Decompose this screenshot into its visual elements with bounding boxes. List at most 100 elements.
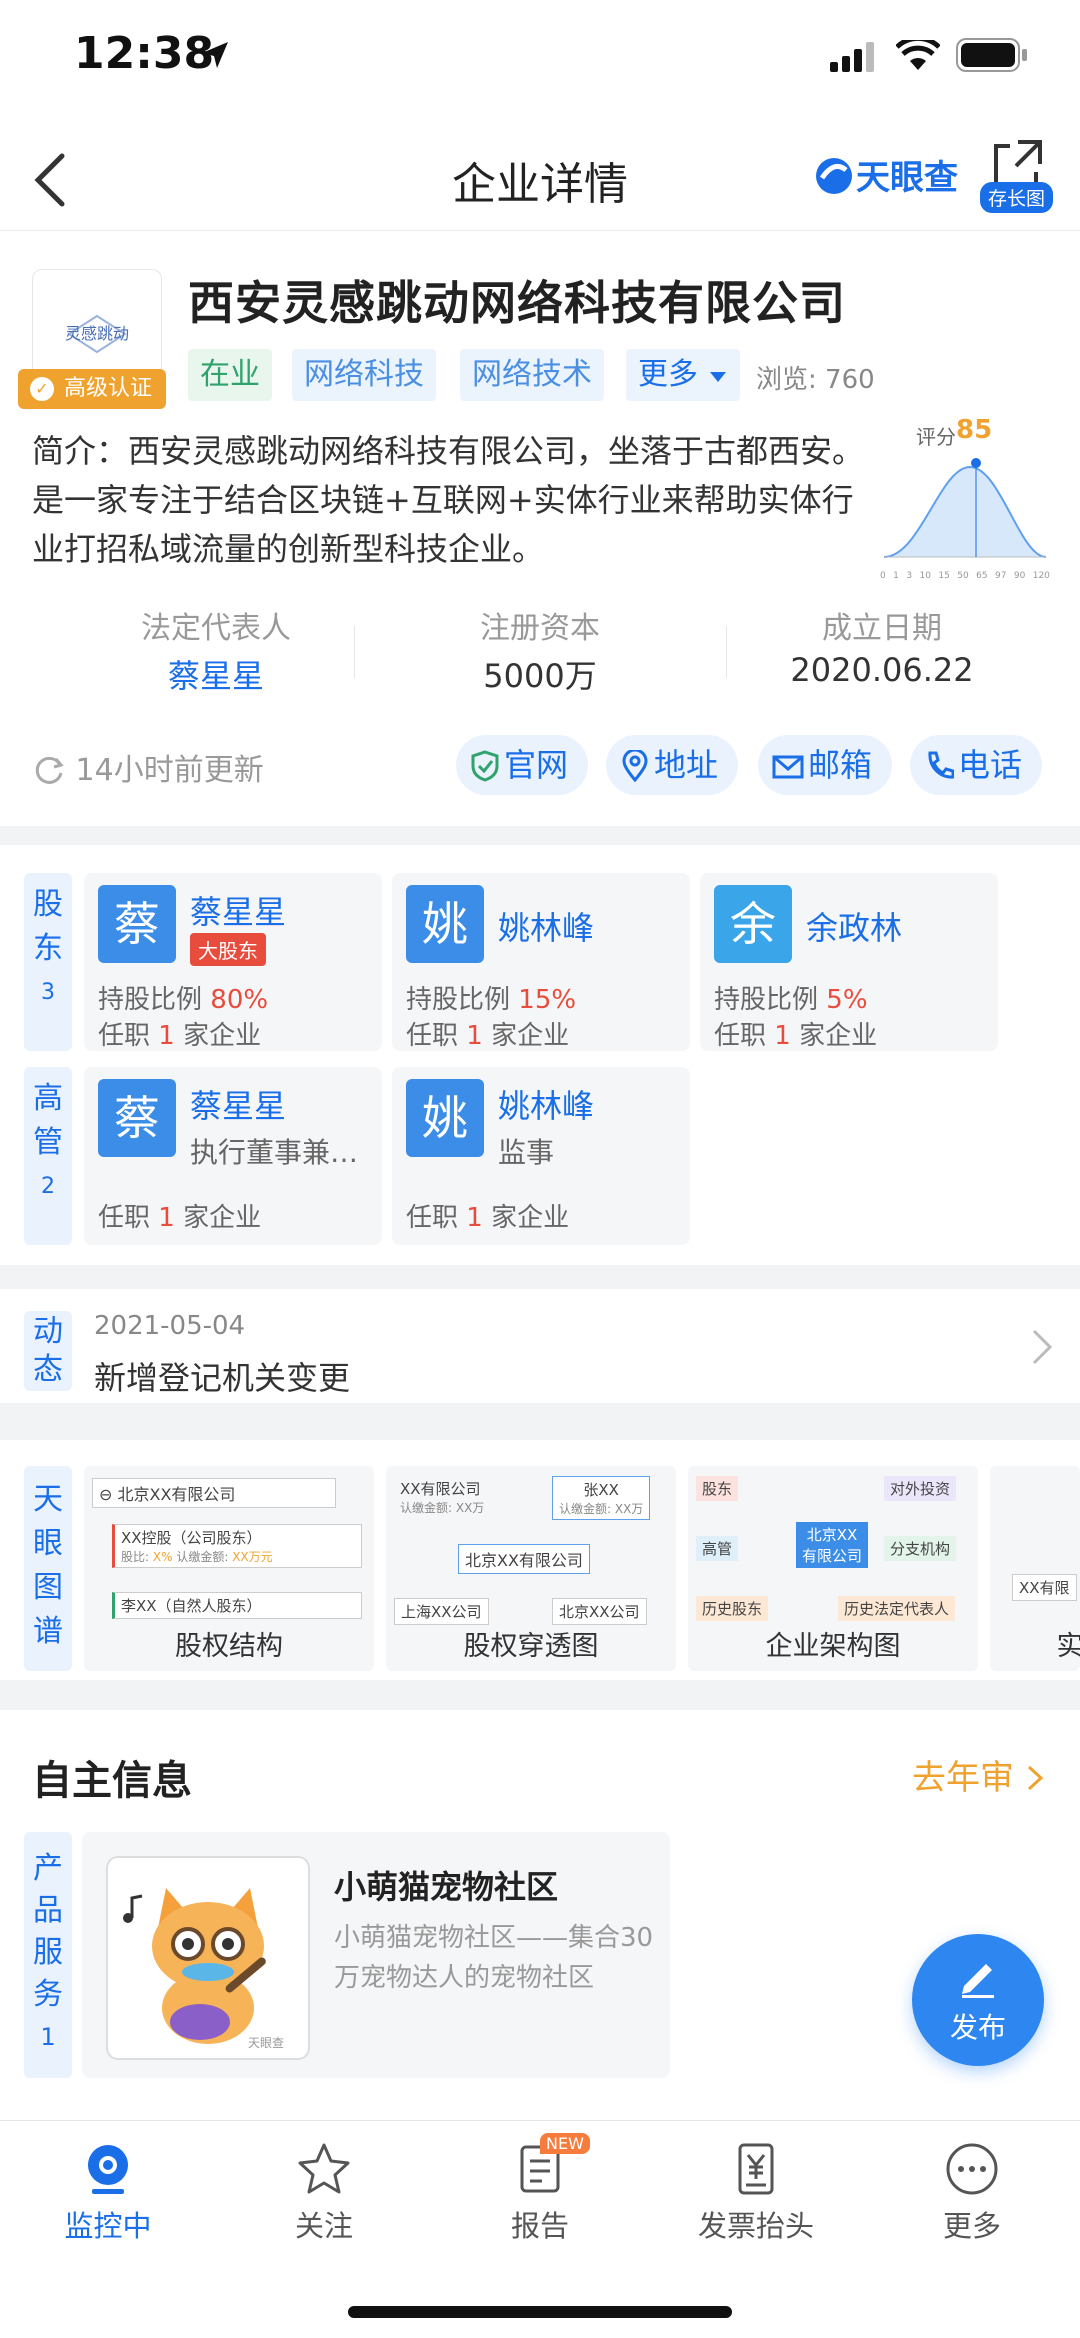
product-card[interactable]: 天眼查 小萌猫宠物社区 小萌猫宠物社区——集合30万宠物达人的宠物社区 <box>82 1832 670 2078</box>
executives-tab[interactable]: 高 管 2 <box>24 1067 72 1245</box>
refresh-icon <box>35 756 64 784</box>
website-button[interactable]: 官网 <box>456 735 589 795</box>
tab-invoice-title[interactable]: 发票抬头 <box>648 2121 864 2261</box>
tab-char: 动 <box>33 1314 63 1349</box>
score-label: 评分 <box>916 425 956 449</box>
tab-char: 谱 <box>33 1614 63 1649</box>
legal-rep-link[interactable]: 蔡星星 <box>66 651 366 697</box>
section-title: 自主信息 <box>32 1758 192 1804</box>
email-label: 邮箱 <box>808 746 873 784</box>
chevron-right-icon <box>1027 1765 1044 1791</box>
brand-name: 天眼查 <box>856 158 958 198</box>
graph-node: XX有限 <box>1012 1574 1077 1601</box>
company-intro: 简介：西安灵感跳动网络科技有限公司，坐落于古都西安。是一家专注于结合区块链+互联… <box>32 432 865 568</box>
executive-card[interactable]: 姚 姚林峰 监事 任职 1 家企业 <box>392 1067 690 1245</box>
graph-node: 历史股东 <box>696 1596 769 1621</box>
caret-down-icon <box>709 372 726 382</box>
dynamic-tab: 动 态 <box>24 1311 72 1391</box>
score-value: 85 <box>956 415 993 445</box>
score-tick: 3 <box>906 571 913 581</box>
more-tags-button[interactable]: 更多 <box>626 349 740 401</box>
person-name[interactable]: 姚林峰 <box>498 903 594 949</box>
graph-title: 股权结构 <box>175 1631 283 1662</box>
capital-label: 注册资本 <box>480 611 600 646</box>
industry-tag[interactable]: 网络技术 <box>460 349 604 401</box>
update-time: 14小时前更新 <box>32 745 264 789</box>
publish-button[interactable]: 发布 <box>912 1934 1044 2066</box>
tab-label: 发票抬头 <box>697 2209 814 2243</box>
tab-count: 2 <box>41 1174 55 1199</box>
tianyan-graphs: 天 眼 图 谱 ⊖ 北京XX有限公司 XX控股（公司股东） 股比: X% 认缴金… <box>0 1440 1080 1680</box>
avatar: 蔡 <box>98 885 176 963</box>
tab-label: 更多 <box>942 2209 1001 2243</box>
score-axis-ticks: 0 1 3 10 15 50 65 97 90 120 <box>880 571 1050 581</box>
industry-tag[interactable]: 网络科技 <box>292 349 436 401</box>
more-tags-label: 更多 <box>638 357 698 392</box>
graph-node: 北京XX有限公司 <box>458 1544 590 1574</box>
jobs-count: 任职 1 家企业 <box>98 1203 262 1233</box>
product-name: 小萌猫宠物社区 <box>334 1868 559 1906</box>
org-structure-card[interactable]: 股东 对外投资 高管 北京XX有限公司 分支机构 历史股东 历史法定代表人 企业… <box>688 1466 978 1671</box>
address-button[interactable]: 地址 <box>606 735 739 795</box>
equity-penetration-card[interactable]: XX有限公司 认缴金额: XX万 张XX 认缴金额: XX万 北京XX有限公司 上海… <box>386 1466 676 1671</box>
graph-node: XX有限公司 认缴金额: XX万 <box>400 1480 485 1515</box>
graph-card-partial[interactable]: XX有限 实 <box>990 1466 1080 1671</box>
person-name[interactable]: 余政林 <box>806 903 902 949</box>
graph-node: 对外投资 <box>884 1476 957 1501</box>
legal-rep-label: 法定代表人 <box>141 611 291 646</box>
major-shareholder-badge: 大股东 <box>190 933 266 966</box>
phone-label: 电话 <box>958 746 1023 784</box>
company-name: 西安灵感跳动网络科技有限公司 <box>188 276 846 330</box>
jobs-count: 任职 1 家企业 <box>406 1203 570 1233</box>
shareholder-card[interactable]: 姚 姚林峰 持股比例 15% 任职 1 家企业 <box>392 873 690 1051</box>
email-button[interactable]: 邮箱 <box>758 735 893 795</box>
shareholder-card[interactable]: 余 余政林 持股比例 5% 任职 1 家企业 <box>700 873 998 1051</box>
shareholder-card[interactable]: 蔡 蔡星星 大股东 持股比例 80% 任职 1 家企业 <box>84 873 382 1051</box>
company-dynamic[interactable]: 动 态 2021-05-04 新增登记机关变更 <box>0 1289 1080 1403</box>
status-bar: 12:38 <box>0 0 1080 130</box>
long-screenshot-button[interactable]: 存长图 <box>980 182 1054 213</box>
person-name[interactable]: 蔡星星 <box>190 1081 286 1127</box>
executive-card[interactable]: 蔡 蔡星星 执行董事兼总经理 任职 1 家企业 <box>84 1067 382 1245</box>
jobs-count: 任职 1 家企业 <box>406 1021 570 1051</box>
products-tab: 产 品 服 务 1 <box>24 1832 72 2078</box>
graph-node: 分支机构 <box>884 1536 957 1561</box>
founded-value: 2020.06.22 <box>790 651 974 689</box>
status-time: 12:38 <box>74 28 215 79</box>
person-name[interactable]: 姚林峰 <box>498 1081 594 1127</box>
equity-structure-card[interactable]: ⊖ 北京XX有限公司 XX控股（公司股东） 股比: X% 认缴金额: XX万元 … <box>84 1466 374 1671</box>
product-image: 天眼查 <box>106 1856 310 2060</box>
graph-node: 高管 <box>696 1536 739 1561</box>
tab-char: 图 <box>33 1570 63 1605</box>
logo-text: 灵感跳动 <box>64 324 129 343</box>
tab-more[interactable]: 更多 <box>864 2121 1080 2261</box>
shield-check-icon <box>471 750 499 782</box>
tab-label: 监控中 <box>64 2209 152 2243</box>
avatar: 姚 <box>406 1079 484 1157</box>
capital-value: 5000万 <box>483 657 597 695</box>
tab-char: 服 <box>33 1935 63 1970</box>
share-ratio: 持股比例 80% <box>98 985 269 1015</box>
person-name[interactable]: 蔡星星 <box>190 887 286 933</box>
score-chart[interactable]: 评分 85 0 1 3 10 15 50 65 97 90 120 <box>880 415 1050 591</box>
tab-label: 关注 <box>294 2209 353 2243</box>
tab-count: 1 <box>40 2023 56 2051</box>
battery-icon <box>956 38 1027 72</box>
phone-button[interactable]: 电话 <box>910 735 1043 795</box>
dynamic-date: 2021-05-04 <box>94 1311 246 1341</box>
shareholders-tab[interactable]: 股 东 3 <box>24 873 72 1051</box>
graph-node: ⊖ 北京XX有限公司 <box>92 1478 336 1508</box>
website-label: 官网 <box>504 746 569 784</box>
score-tick: 50 <box>957 571 969 581</box>
cellular-signal-icon <box>830 42 874 72</box>
score-distribution-curve <box>883 458 1047 558</box>
certification-badge[interactable]: ✓ 高级认证 <box>18 369 167 409</box>
nav-bar: 企业详情 天眼查 存长图 <box>0 130 1080 231</box>
tab-monitoring[interactable]: 监控中 <box>0 2121 216 2261</box>
graph-title: 实 <box>1056 1631 1080 1662</box>
tab-char: 天 <box>33 1482 63 1517</box>
annual-review-link[interactable]: 去年审 <box>912 1750 1045 1799</box>
phone-icon <box>928 751 955 779</box>
tab-follow[interactable]: 关注 <box>216 2121 432 2261</box>
graph-node: 张XX 认缴金额: XX万 <box>552 1476 651 1520</box>
